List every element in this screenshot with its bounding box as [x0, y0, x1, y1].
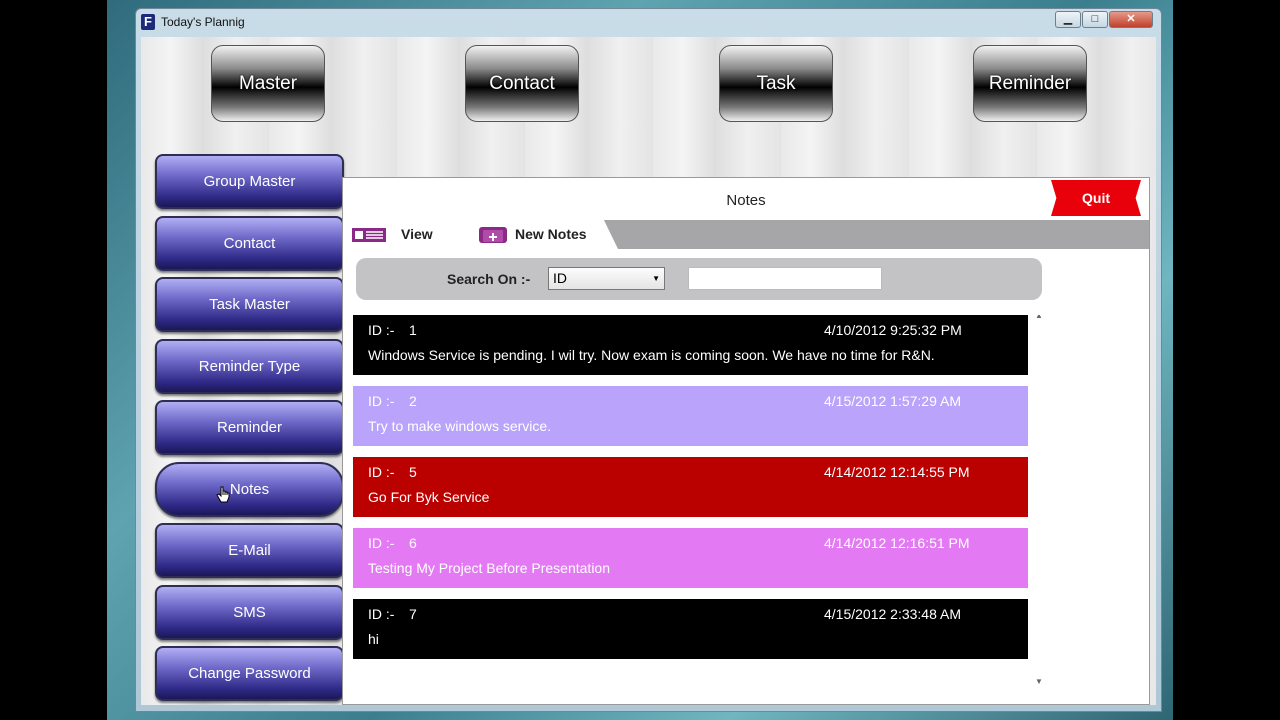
note-timestamp: 4/14/2012 12:14:55 PM	[824, 464, 970, 480]
client-area: Master Contact Task Reminder Group Maste…	[141, 37, 1156, 705]
app-window: F Today's Plannig ▁ □ ✕ Master Contact T…	[135, 8, 1162, 712]
note-text: Testing My Project Before Presentation	[368, 560, 611, 576]
screen: F Today's Plannig ▁ □ ✕ Master Contact T…	[0, 0, 1280, 720]
note-id: 6	[409, 535, 417, 551]
notes-panel: Notes Quit New Notes View Search On:- I…	[342, 177, 1150, 705]
note-text: Windows Service is pending. I wil try. N…	[368, 347, 935, 363]
sidebar-item-reminder[interactable]: Reminder	[155, 400, 344, 455]
hand-cursor-icon	[216, 486, 230, 503]
note-id-label: ID :-	[368, 393, 395, 409]
sidebar-item-reminder-type[interactable]: Reminder Type	[155, 339, 344, 394]
note-id-label: ID :-	[368, 535, 395, 551]
top-nav-master-button[interactable]: Master	[211, 45, 325, 122]
notes-list[interactable]: ID :- 1 4/10/2012 9:25:32 PM Windows Ser…	[353, 315, 1043, 693]
top-nav-task-button[interactable]: Task	[719, 45, 833, 122]
note-timestamp: 4/15/2012 2:33:48 AM	[824, 606, 961, 622]
note-item[interactable]: ID :- 7 4/15/2012 2:33:48 AM hi	[353, 599, 1028, 659]
sidebar-item-email[interactable]: E-Mail	[155, 523, 344, 578]
tab-view[interactable]: View	[343, 220, 458, 249]
note-item[interactable]: ID :- 5 4/14/2012 12:14:55 PM Go For Byk…	[353, 457, 1028, 517]
note-timestamp: 4/14/2012 12:16:51 PM	[824, 535, 970, 551]
view-list-icon	[352, 228, 386, 242]
tab-view-label: View	[401, 226, 433, 242]
sidebar-item-change-password[interactable]: Change Password	[155, 646, 344, 701]
minimize-button[interactable]: ▁	[1055, 11, 1081, 28]
note-id: 7	[409, 606, 417, 622]
scroll-up-icon[interactable]: ▲	[1035, 315, 1043, 320]
quit-button[interactable]: Quit	[1051, 180, 1141, 216]
window-title: Today's Plannig	[161, 15, 245, 29]
note-item[interactable]: ID :- 1 4/10/2012 9:25:32 PM Windows Ser…	[353, 315, 1028, 375]
note-id: 5	[409, 464, 417, 480]
note-timestamp: 4/15/2012 1:57:29 AM	[824, 393, 961, 409]
search-field-value: ID	[553, 270, 567, 286]
tab-new-notes-label: New Notes	[515, 226, 587, 242]
tab-new-notes[interactable]: New Notes	[442, 220, 618, 249]
search-field-select[interactable]: ID ▼	[548, 267, 665, 290]
tab-bar: New Notes View	[343, 220, 1149, 249]
note-text: Go For Byk Service	[368, 489, 490, 505]
note-id-label: ID :-	[368, 606, 395, 622]
close-button[interactable]: ✕	[1109, 11, 1153, 28]
note-item[interactable]: ID :- 6 4/14/2012 12:16:51 PM Testing My…	[353, 528, 1028, 588]
note-text: hi	[368, 631, 379, 647]
top-nav-contact-button[interactable]: Contact	[465, 45, 579, 122]
sidebar-item-task-master[interactable]: Task Master	[155, 277, 344, 332]
search-on-label: Search On :-	[447, 271, 531, 287]
note-id: 1	[409, 322, 417, 338]
sidebar-item-sms[interactable]: SMS	[155, 585, 344, 640]
sidebar-item-group-master[interactable]: Group Master	[155, 154, 344, 209]
note-id: 2	[409, 393, 417, 409]
note-id-label: ID :-	[368, 464, 395, 480]
note-id-label: ID :-	[368, 322, 395, 338]
search-input[interactable]	[688, 267, 882, 290]
sidebar-item-contact[interactable]: Contact	[155, 216, 344, 271]
scroll-down-icon[interactable]: ▼	[1035, 677, 1043, 686]
sidebar-item-notes[interactable]: Notes	[155, 462, 344, 517]
panel-title: Notes	[726, 192, 766, 209]
maximize-button[interactable]: □	[1082, 11, 1108, 28]
dropdown-arrow-icon: ▼	[652, 274, 660, 283]
title-bar[interactable]: F Today's Plannig ▁ □ ✕	[136, 9, 1161, 37]
note-text: Try to make windows service.	[368, 418, 552, 434]
add-note-icon	[479, 227, 507, 243]
top-nav-reminder-button[interactable]: Reminder	[973, 45, 1087, 122]
app-icon: F	[141, 14, 155, 30]
note-item[interactable]: ID :- 2 4/15/2012 1:57:29 AM Try to make…	[353, 386, 1028, 446]
note-timestamp: 4/10/2012 9:25:32 PM	[824, 322, 962, 338]
search-bar: Search On :- ID ▼	[356, 258, 1042, 300]
